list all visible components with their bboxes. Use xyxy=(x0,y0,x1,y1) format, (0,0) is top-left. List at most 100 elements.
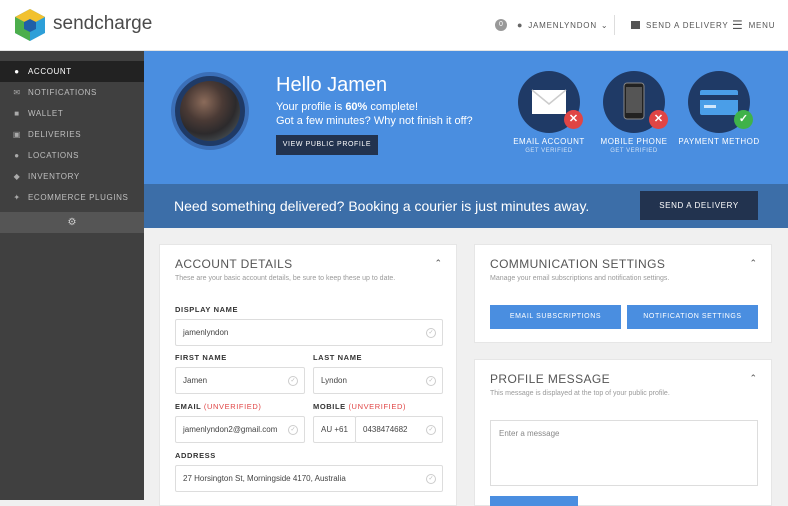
avatar[interactable] xyxy=(180,81,240,141)
profile-progress-ring xyxy=(171,72,249,150)
brand-name[interactable]: sendcharge xyxy=(53,13,152,35)
sidebar-item-label: LOCATIONS xyxy=(28,151,80,160)
first-name-field[interactable]: Jamen ✓ xyxy=(175,367,305,394)
sidebar-item-locations[interactable]: ● LOCATIONS xyxy=(0,145,144,166)
card-subtitle: These are your basic account details, be… xyxy=(175,275,396,282)
view-public-profile-button[interactable]: VIEW PUBLIC PROFILE xyxy=(276,135,378,155)
card-subtitle: This message is displayed at the top of … xyxy=(490,390,670,397)
email-value: jamenlyndon2@gmail.com xyxy=(183,425,278,434)
verify-subtitle: GET VERIFIED xyxy=(610,148,658,154)
box-icon: ▣ xyxy=(12,130,22,139)
send-delivery-link[interactable]: SEND A DELIVERY xyxy=(631,0,729,50)
address-value: 27 Horsington St, Morningside 4170, Aust… xyxy=(183,474,346,483)
wallet-icon: ■ xyxy=(14,109,20,118)
sidebar-item-account[interactable]: ● ACCOUNT xyxy=(0,61,144,82)
verify-title: PAYMENT METHOD xyxy=(678,137,760,146)
mobile-value: 0438474682 xyxy=(363,425,408,434)
tag-icon: ◆ xyxy=(13,172,21,181)
user-menu[interactable]: ● JAMENLYNDON ⌄ xyxy=(517,0,608,50)
check-circle-icon: ✓ xyxy=(288,376,298,386)
chevron-up-icon[interactable]: ⌃ xyxy=(434,258,442,269)
sidebar-item-notifications[interactable]: ✉ NOTIFICATIONS xyxy=(0,82,144,103)
profile-message-input[interactable]: Enter a message xyxy=(490,420,758,486)
chevron-up-icon[interactable]: ⌃ xyxy=(749,258,757,269)
username: JAMENLYNDON xyxy=(528,20,597,30)
save-message-button[interactable] xyxy=(490,496,578,506)
topbar-divider xyxy=(614,15,615,35)
sidebar-item-inventory[interactable]: ◆ INVENTORY xyxy=(0,166,144,187)
profile-hero: Hello Jamen Your profile is 60% complete… xyxy=(144,51,788,184)
verify-circle: ✓ xyxy=(688,71,753,133)
mobile-country-code-select[interactable]: AU +61 xyxy=(313,416,356,443)
top-bar: sendcharge 0 ● JAMENLYNDON ⌄ SEND A DELI… xyxy=(0,0,788,51)
completion-prompt: Got a few minutes? Why not finish it off… xyxy=(276,115,473,127)
completion-prefix: Your profile is xyxy=(276,101,346,113)
sidebar-item-label: ECOMMERCE PLUGINS xyxy=(28,193,129,202)
account-details-card: ACCOUNT DETAILS These are your basic acc… xyxy=(159,244,457,506)
verify-title: MOBILE PHONE xyxy=(600,137,668,146)
card-subtitle: Manage your email subscriptions and noti… xyxy=(490,275,670,282)
mobile-country-code: AU +61 xyxy=(321,425,348,434)
card-title: PROFILE MESSAGE xyxy=(490,372,611,386)
check-circle-icon: ✓ xyxy=(288,425,298,435)
verify-email-account[interactable]: ✕ EMAIL ACCOUNT GET VERIFIED xyxy=(504,71,594,154)
gear-icon: ⚙ xyxy=(67,217,77,228)
last-name-value: Lyndon xyxy=(321,376,347,385)
box-icon xyxy=(631,21,640,29)
sidebar-item-label: ACCOUNT xyxy=(28,67,72,76)
sidebar-item-deliveries[interactable]: ▣ DELIVERIES xyxy=(0,124,144,145)
sidebar: ● ACCOUNT ✉ NOTIFICATIONS ■ WALLET ▣ DEL… xyxy=(0,51,144,500)
verified-check-icon: ✓ xyxy=(734,110,753,129)
communication-settings-card: COMMUNICATION SETTINGS Manage your email… xyxy=(474,244,772,343)
display-name-value: jamenlyndon xyxy=(183,328,229,337)
delivery-banner: Need something delivered? Booking a cour… xyxy=(144,184,788,228)
sidebar-item-label: WALLET xyxy=(28,109,64,118)
notification-settings-button[interactable]: NOTIFICATION SETTINGS xyxy=(627,305,758,329)
person-icon: ● xyxy=(14,67,20,76)
last-name-field[interactable]: Lyndon ✓ xyxy=(313,367,443,394)
banner-text: Need something delivered? Booking a cour… xyxy=(174,198,590,214)
chevron-up-icon[interactable]: ⌃ xyxy=(749,373,757,384)
mobile-label: MOBILE (UNVERIFIED) xyxy=(313,402,406,411)
unverified-x-icon: ✕ xyxy=(564,110,583,129)
verify-payment-method[interactable]: ✓ PAYMENT METHOD xyxy=(674,71,764,146)
send-delivery-button[interactable]: SEND A DELIVERY xyxy=(640,191,758,220)
verify-title: EMAIL ACCOUNT xyxy=(513,137,585,146)
verify-mobile-phone[interactable]: ✕ MOBILE PHONE GET VERIFIED xyxy=(589,71,679,154)
email-subscriptions-button[interactable]: EMAIL SUBSCRIPTIONS xyxy=(490,305,621,329)
sidebar-item-label: DELIVERIES xyxy=(28,130,82,139)
card-title: ACCOUNT DETAILS xyxy=(175,257,293,271)
send-delivery-label: SEND A DELIVERY xyxy=(646,20,729,30)
check-circle-icon: ✓ xyxy=(426,425,436,435)
sidebar-item-wallet[interactable]: ■ WALLET xyxy=(0,103,144,124)
display-name-label: DISPLAY NAME xyxy=(175,305,239,314)
verify-circle: ✕ xyxy=(603,71,668,133)
mobile-number-field[interactable]: 0438474682 ✓ xyxy=(355,416,443,443)
check-circle-icon: ✓ xyxy=(426,328,436,338)
mobile-unverified-tag: (UNVERIFIED) xyxy=(348,402,407,411)
last-name-label: LAST NAME xyxy=(313,353,363,362)
sidebar-item-label: NOTIFICATIONS xyxy=(28,88,97,97)
unverified-x-icon: ✕ xyxy=(649,110,668,129)
completion-suffix: complete! xyxy=(367,101,419,113)
email-label-text: EMAIL xyxy=(175,402,202,411)
address-label: ADDRESS xyxy=(175,451,216,460)
chevron-down-icon: ⌄ xyxy=(600,20,609,30)
envelope-icon: ✉ xyxy=(13,88,21,97)
notification-count-badge[interactable]: 0 xyxy=(495,19,507,31)
completion-percent: 60% xyxy=(345,101,368,113)
check-circle-icon: ✓ xyxy=(426,474,436,484)
email-field[interactable]: jamenlyndon2@gmail.com ✓ xyxy=(175,416,305,443)
menu-label: MENU xyxy=(748,20,776,30)
address-field[interactable]: 27 Horsington St, Morningside 4170, Aust… xyxy=(175,465,443,492)
verify-subtitle: GET VERIFIED xyxy=(525,148,573,154)
profile-completion-text: Your profile is 60% complete! Got a few … xyxy=(276,100,473,128)
verify-circle: ✕ xyxy=(518,71,583,133)
first-name-value: Jamen xyxy=(183,376,208,385)
display-name-field[interactable]: jamenlyndon ✓ xyxy=(175,319,443,346)
sidebar-settings-button[interactable]: ⚙ xyxy=(0,212,144,233)
sidebar-item-ecommerce-plugins[interactable]: ✦ ECOMMERCE PLUGINS xyxy=(0,187,144,208)
menu-button[interactable]: ☰ MENU xyxy=(732,0,775,50)
sendcharge-logo-icon[interactable] xyxy=(14,8,46,42)
profile-message-card: PROFILE MESSAGE This message is displaye… xyxy=(474,359,772,506)
